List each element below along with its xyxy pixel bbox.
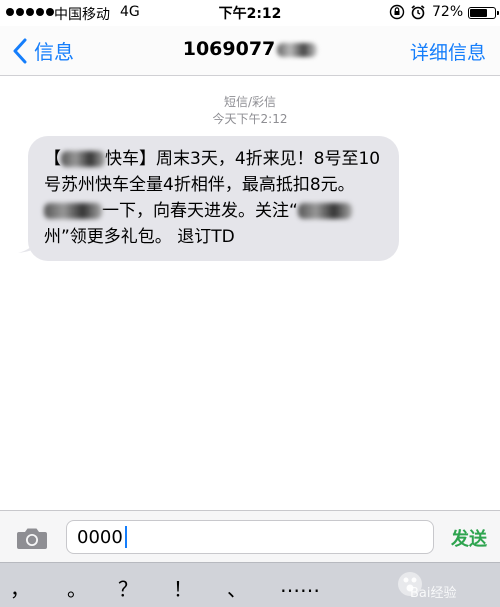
key-period[interactable]: 。: [57, 573, 97, 602]
key-exclamation[interactable]: ！: [163, 573, 203, 602]
redaction-mark: [277, 42, 318, 57]
navigation-bar: 信息 1069077 详细信息: [0, 26, 500, 76]
message-timestamp: 今天下午2:12: [212, 112, 288, 126]
sender-number: 1069077: [182, 38, 276, 60]
alarm-icon: [411, 5, 425, 20]
battery-percent: 72%: [432, 4, 464, 20]
redaction-mark: [61, 151, 105, 167]
key-ellipsis[interactable]: ……: [275, 573, 325, 597]
key-enumeration[interactable]: 、: [217, 573, 257, 602]
key-comma[interactable]: ，: [0, 573, 40, 602]
watermark-text: Bai经验: [410, 586, 457, 601]
message-type-label: 短信/彩信: [223, 95, 277, 109]
send-button[interactable]: 发送: [451, 525, 487, 551]
received-message-bubble[interactable]: 【快车】周末3天，4折来见！8号至10号苏州快车全量4折相伴，最高抵扣8元。一下…: [28, 136, 399, 261]
rotation-lock-icon: [389, 4, 405, 20]
message-text-part: 州”领更多礼包。 退订TD: [44, 227, 235, 247]
status-bar: 中国移动 4G 下午2:12 72%: [0, 0, 500, 26]
battery-icon: [468, 7, 499, 19]
camera-icon[interactable]: [16, 526, 48, 550]
redaction-mark: [297, 203, 352, 219]
compose-bar: 发送: [0, 510, 500, 562]
message-input[interactable]: [66, 520, 434, 554]
details-button[interactable]: 详细信息: [410, 38, 486, 65]
message-text-part: 【: [44, 149, 61, 169]
message-text-part: 一下，向春天进发。关注“: [102, 201, 298, 221]
redaction-mark: [44, 203, 102, 219]
key-question[interactable]: ？: [108, 573, 148, 602]
text-cursor: [125, 526, 127, 548]
